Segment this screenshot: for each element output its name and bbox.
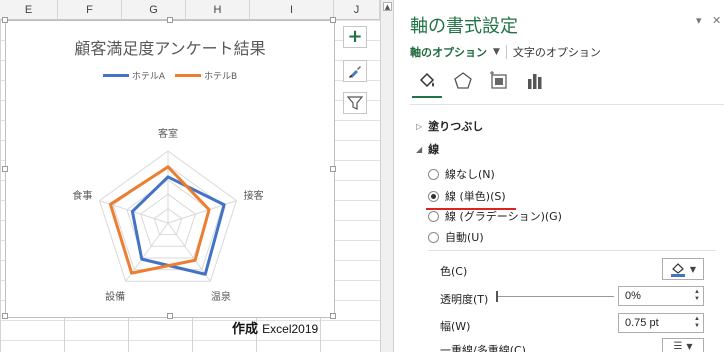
column-header-i[interactable]: I	[250, 0, 334, 20]
section-line-label: 線	[428, 143, 440, 156]
width-value: 0.75 pt	[625, 317, 659, 329]
column-header-j[interactable]: J	[334, 0, 380, 20]
scroll-up-arrow[interactable]: ▲	[383, 2, 392, 11]
brush-icon	[349, 66, 361, 78]
pentagon-icon	[454, 72, 472, 89]
column-header-e[interactable]: E	[0, 0, 58, 20]
pane-close-icon[interactable]: ✕	[712, 14, 721, 27]
radio-automatic[interactable]: 自動(U)	[428, 229, 484, 245]
transparency-input[interactable]: 0% ▲ ▼	[618, 286, 704, 306]
transparency-value: 0%	[625, 290, 641, 302]
worksheet[interactable]: E F G H I J 顧客満足度アンケート結果 ホテルA ホテルB 客室 接客温…	[0, 0, 380, 352]
line-color-picker[interactable]: ▼	[662, 258, 704, 280]
active-tab-indicator	[412, 96, 442, 98]
author-credit: 作成 Excel2019	[232, 318, 318, 337]
radio-gradient-line[interactable]: 線 (グラデーション)(G)	[428, 208, 562, 224]
radar-category-label: 食事	[72, 189, 92, 202]
radio-button[interactable]	[428, 190, 439, 202]
lines-icon: ☰	[673, 340, 683, 352]
size-properties-icon	[490, 71, 507, 89]
radio-solid-line[interactable]: 線 (単色)(S)	[428, 188, 506, 204]
radar-plot-area[interactable]: 客室接客温泉 設備 食事	[6, 21, 336, 319]
radio-button[interactable]	[428, 210, 439, 222]
radar-chart[interactable]: 顧客満足度アンケート結果 ホテルA ホテルB 客室 接客 温泉 設備 食事	[2, 17, 336, 319]
filter-icon	[347, 96, 363, 110]
compound-type-label: 一重線/多重線(C)	[440, 344, 526, 352]
spin-arrows-icon[interactable]: ▲ ▼	[694, 289, 700, 303]
outline-color-icon	[670, 263, 685, 277]
tab-dropdown-chevron-icon[interactable]: ▼	[493, 47, 500, 57]
color-label: 色(C)	[440, 265, 468, 278]
section-fill-label: 塗りつぶし	[428, 120, 484, 133]
radio-label: 線なし(N)	[445, 168, 495, 181]
radar-category-label: 設備	[105, 290, 125, 303]
section-fill[interactable]: ▷ 塗りつぶし	[416, 118, 483, 134]
pane-title: 軸の書式設定	[410, 16, 518, 37]
format-axis-pane: 軸の書式設定 ▾ ✕ 軸のオプション ▼ 文字のオプション ▷ 塗りつぶし ◢ …	[394, 0, 728, 352]
collapse-chevron-icon: ◢	[416, 144, 423, 154]
paint-bucket-icon	[419, 72, 435, 88]
size-properties-tab[interactable]	[488, 70, 510, 92]
tab-separator	[505, 45, 507, 59]
radar-series-hotel-a	[130, 175, 226, 276]
transparency-slider-handle[interactable]	[496, 291, 498, 302]
chevron-down-icon: ▼	[689, 264, 697, 274]
tab-text-options[interactable]: 文字のオプション	[513, 44, 601, 60]
pane-divider	[410, 104, 724, 105]
column-headers: E F G H I J	[0, 0, 380, 20]
radar-category-label: 接客	[244, 189, 264, 202]
radio-button[interactable]	[428, 168, 439, 180]
chart-elements-button[interactable]: +	[343, 26, 367, 48]
pane-tabs: 軸のオプション ▼ 文字のオプション	[410, 44, 601, 60]
radio-no-line[interactable]: 線なし(N)	[428, 166, 495, 182]
section-line[interactable]: ◢ 線	[416, 141, 439, 157]
transparency-label: 透明度(T)	[440, 293, 489, 306]
transparency-slider-track[interactable]	[498, 296, 614, 297]
radar-category-label: 客室	[158, 127, 178, 140]
column-header-h[interactable]: H	[186, 0, 250, 20]
spin-arrows-icon[interactable]: ▲ ▼	[694, 316, 700, 330]
radio-button[interactable]	[428, 231, 439, 243]
tab-axis-options[interactable]: 軸のオプション	[410, 44, 487, 60]
pane-options-chevron-icon[interactable]: ▾	[696, 14, 702, 27]
bar-chart-icon	[528, 74, 542, 89]
credit-prefix: 作成	[232, 322, 259, 337]
pane-icon-row	[416, 70, 546, 92]
column-header-g[interactable]: G	[122, 0, 186, 20]
width-input[interactable]: 0.75 pt ▲ ▼	[618, 313, 704, 333]
width-label: 幅(W)	[440, 320, 471, 333]
compound-type-picker[interactable]: ☰ ▼	[662, 338, 704, 352]
column-header-f[interactable]: F	[58, 0, 122, 20]
radar-category-label: 温泉	[211, 290, 231, 303]
vertical-scrollbar[interactable]: ▲	[380, 0, 394, 352]
radio-label: 線 (単色)(S)	[445, 190, 506, 203]
fill-line-tab[interactable]	[416, 70, 438, 92]
section-divider	[428, 250, 716, 251]
axis-options-tab[interactable]	[524, 70, 546, 92]
chart-filters-button[interactable]	[343, 92, 367, 114]
plus-icon: +	[347, 26, 363, 47]
chevron-down-icon: ▼	[686, 341, 693, 351]
effects-tab[interactable]	[452, 70, 474, 92]
credit-app: Excel2019	[262, 322, 319, 336]
expand-chevron-icon: ▷	[416, 121, 423, 131]
chart-styles-button[interactable]	[343, 60, 367, 82]
radio-label: 自動(U)	[445, 231, 484, 244]
radio-label: 線 (グラデーション)(G)	[445, 210, 562, 223]
